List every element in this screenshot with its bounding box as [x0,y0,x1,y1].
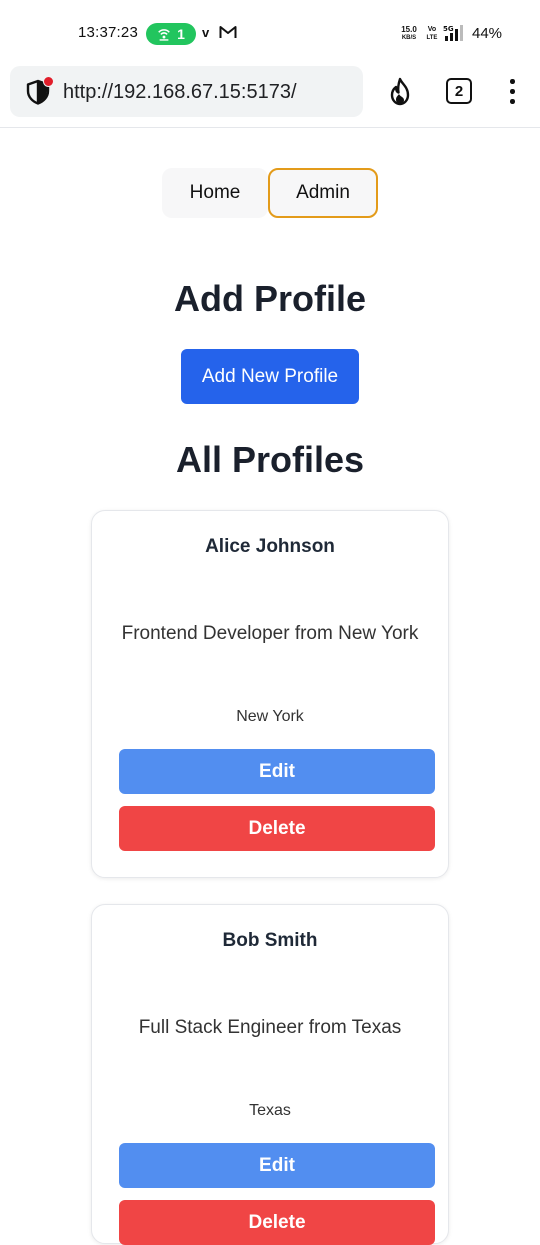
net-speed: 15.0 KB/S [398,26,420,42]
address-bar[interactable]: http://192.168.67.15:5173/ [10,66,363,117]
page-nav: Home Admin [162,168,378,218]
profile-description: Full Stack Engineer from Texas [138,1017,402,1038]
profile-description: Frontend Developer from New York [121,623,419,644]
profile-card: Bob Smith Full Stack Engineer from Texas… [91,904,449,1245]
nav-home-button[interactable]: Home [162,168,268,218]
hotspot-indicator: 1 [146,23,196,45]
fire-icon[interactable] [384,76,416,108]
hotspot-icon [158,29,170,41]
network-type: 5G [443,25,454,33]
status-time: 13:37:23 [78,24,138,41]
add-new-profile-button[interactable]: Add New Profile [181,349,359,404]
tab-count: 2 [454,82,464,100]
gmail-icon [219,26,237,38]
volte-indicator: Vo LTE [425,26,439,42]
profile-name: Bob Smith [222,930,318,951]
profile-name: Alice Johnson [205,536,335,557]
more-vert-icon[interactable] [502,77,522,107]
volte-top: Vo [427,26,437,33]
shield-alert-dot [43,76,54,87]
signal-5g-icon: 5G [443,25,463,41]
delete-button[interactable]: Delete [119,1200,435,1245]
volte-bottom: LTE [426,35,438,41]
net-speed-unit: KB/S [401,35,417,41]
browser-toolbar: http://192.168.67.15:5173/ 2 [0,64,540,128]
hotspot-count: 1 [177,26,185,42]
all-profiles-heading: All Profiles [175,439,365,480]
profile-location: Texas [249,1102,291,1119]
edit-button[interactable]: Edit [119,749,435,794]
tabs-button[interactable]: 2 [446,78,472,104]
carrier-v-icon: v [202,25,210,40]
nav-admin-button[interactable]: Admin [268,168,378,218]
profile-card: Alice Johnson Frontend Developer from Ne… [91,510,449,878]
status-bar: 13:37:23 1 v 15.0 KB/S Vo LTE 5G 44% [0,0,540,64]
url-text[interactable]: http://192.168.67.15:5173/ [63,81,297,104]
battery-level: 44% [472,25,503,42]
edit-button[interactable]: Edit [119,1143,435,1188]
net-speed-value: 15.0 [401,25,417,34]
delete-button[interactable]: Delete [119,806,435,851]
profile-location: New York [236,708,304,725]
add-profile-heading: Add Profile [173,278,366,319]
